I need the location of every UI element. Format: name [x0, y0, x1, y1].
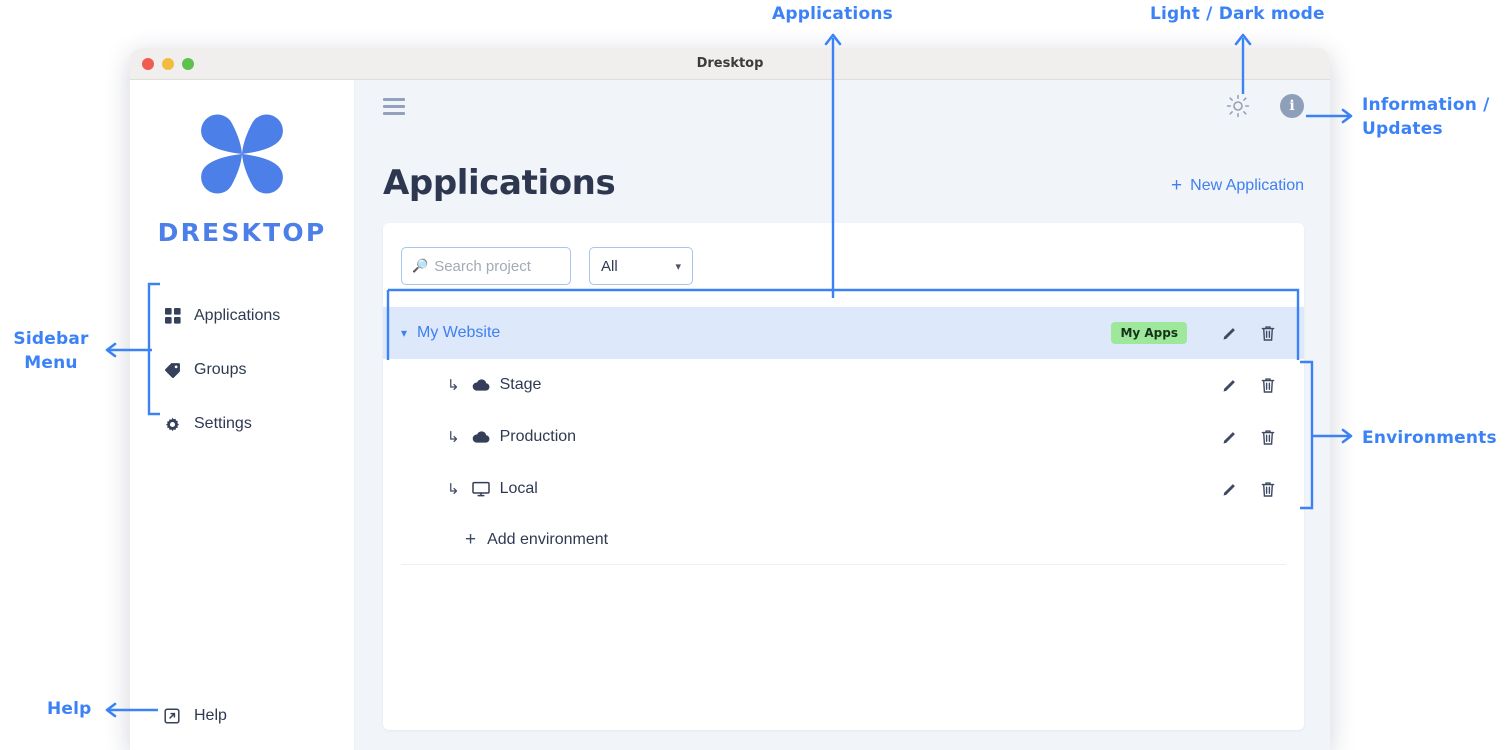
environment-name: Local	[500, 480, 538, 498]
environment-name: Production	[500, 428, 577, 446]
annotation-environments-bracket	[1298, 360, 1358, 510]
new-application-button[interactable]: + New Application	[1171, 176, 1304, 200]
filter-select-value: All	[601, 258, 618, 275]
sidebar-item-groups[interactable]: Groups	[130, 353, 354, 387]
plus-icon: +	[1171, 176, 1182, 195]
window-body: DRESKTOP Applications	[130, 80, 1330, 750]
sidebar-item-label: Help	[194, 707, 227, 725]
sidebar-item-settings[interactable]: Settings	[130, 407, 354, 441]
search-input[interactable]	[434, 258, 560, 275]
gear-icon	[164, 416, 181, 433]
cloud-icon	[472, 430, 490, 444]
window-title: Dresktop	[130, 56, 1330, 71]
row-actions	[1221, 481, 1276, 498]
chevron-down-icon: ▾	[675, 260, 681, 273]
environment-name: Stage	[500, 376, 542, 394]
annotation-applications-pointer	[822, 28, 844, 298]
trash-icon[interactable]	[1260, 429, 1276, 446]
add-environment-label: Add environment	[487, 531, 608, 549]
info-circle-icon[interactable]: i	[1280, 94, 1304, 118]
child-arrow-icon: ↳	[447, 480, 460, 498]
environment-row[interactable]: ↳ Production	[383, 411, 1304, 463]
app-window: Dresktop DRESKTOP	[130, 48, 1330, 750]
monitor-icon	[472, 481, 490, 497]
window-controls[interactable]	[142, 58, 194, 70]
child-arrow-icon: ↳	[447, 376, 460, 394]
annotation-theme-pointer	[1232, 28, 1254, 94]
annotation-help-label: Help	[47, 697, 92, 721]
sun-icon[interactable]	[1226, 94, 1250, 118]
pencil-icon[interactable]	[1221, 377, 1238, 394]
window-titlebar: Dresktop	[130, 48, 1330, 80]
toolbar-actions: i	[1226, 94, 1304, 118]
annotation-information-label: Information / Updates	[1362, 93, 1490, 141]
annotation-sidebar-bracket	[146, 282, 162, 416]
brand-wordmark: DRESKTOP	[158, 218, 327, 247]
info-glyph: i	[1289, 98, 1294, 114]
sidebar-item-help[interactable]: Help	[164, 707, 227, 725]
row-actions	[1221, 377, 1276, 394]
tag-icon	[164, 362, 181, 379]
sidebar: DRESKTOP Applications	[130, 80, 355, 750]
brand: DRESKTOP	[130, 80, 354, 247]
grid-icon	[164, 308, 181, 325]
screenshot-root: Dresktop DRESKTOP	[0, 0, 1512, 750]
sidebar-nav: Applications Groups	[130, 299, 354, 441]
magnifier-icon: 🔎	[412, 258, 428, 274]
trash-icon[interactable]	[1260, 377, 1276, 394]
maximize-button[interactable]	[182, 58, 194, 70]
sidebar-item-label: Groups	[194, 361, 246, 379]
plus-icon: +	[465, 530, 476, 549]
search-field[interactable]: 🔎	[401, 247, 571, 285]
annotation-applications-box	[386, 288, 1300, 362]
annotation-help-pointer	[100, 700, 160, 720]
annotation-applications-label: Applications	[772, 2, 893, 26]
annotation-sidebar-pointer	[100, 340, 152, 360]
environment-row[interactable]: ↳ Local	[383, 463, 1304, 515]
annotation-sidebar-label: Sidebar Menu	[6, 327, 96, 375]
minimize-button[interactable]	[162, 58, 174, 70]
pencil-icon[interactable]	[1221, 481, 1238, 498]
new-application-label: New Application	[1190, 177, 1304, 195]
annotation-information-pointer	[1306, 106, 1358, 126]
annotation-theme-label: Light / Dark mode	[1150, 2, 1325, 26]
trash-icon[interactable]	[1260, 481, 1276, 498]
clover-logo-icon	[194, 106, 290, 202]
filter-select[interactable]: All ▾	[589, 247, 693, 285]
cloud-icon	[472, 378, 490, 392]
annotation-environments-label: Environments	[1362, 426, 1497, 450]
pencil-icon[interactable]	[1221, 429, 1238, 446]
add-environment-button[interactable]: + Add environment	[401, 515, 1286, 565]
environment-row[interactable]: ↳ Stage	[383, 359, 1304, 411]
close-button[interactable]	[142, 58, 154, 70]
sidebar-item-label: Applications	[194, 307, 280, 325]
child-arrow-icon: ↳	[447, 428, 460, 446]
sidebar-item-label: Settings	[194, 415, 252, 433]
row-actions	[1221, 429, 1276, 446]
hamburger-icon[interactable]	[383, 98, 405, 115]
external-link-icon	[164, 708, 181, 725]
page-title: Applications	[383, 166, 615, 200]
sidebar-item-applications[interactable]: Applications	[130, 299, 354, 333]
